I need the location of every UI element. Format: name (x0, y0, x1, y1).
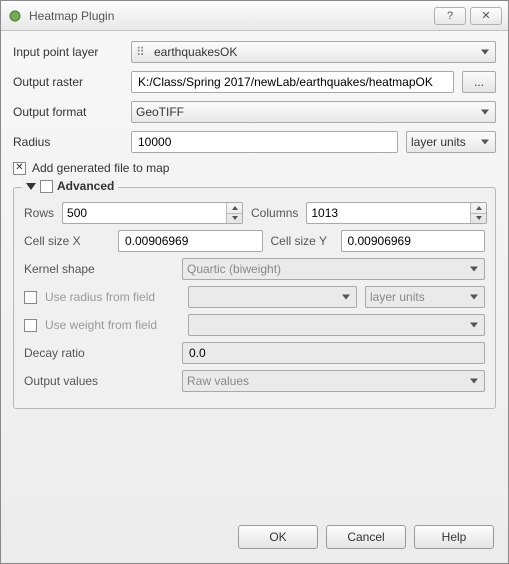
app-icon (7, 8, 23, 24)
kernel-combo[interactable]: Quartic (biweight) (182, 258, 485, 280)
add-to-map-checkbox[interactable]: ✕ (13, 162, 26, 175)
columns-spin[interactable] (306, 202, 487, 224)
cellx-field[interactable] (123, 233, 258, 249)
decay-label: Decay ratio (24, 346, 174, 360)
radius-input[interactable] (131, 131, 398, 153)
rows-label: Rows (24, 206, 54, 220)
rows-spin[interactable] (62, 202, 243, 224)
decay-input[interactable] (182, 342, 485, 364)
radius-field-units-value: layer units (370, 290, 425, 304)
columns-down[interactable] (471, 214, 486, 224)
help-button[interactable]: Help (414, 525, 494, 549)
advanced-group: Advanced Rows Columns Cell size X (13, 187, 496, 409)
output-values-combo[interactable]: Raw values (182, 370, 485, 392)
content-area: Input point layer ⠿ earthquakesOK Output… (1, 31, 508, 515)
window-controls: ? ✕ (430, 7, 502, 25)
output-raster-field[interactable] (136, 74, 449, 90)
input-layer-value: earthquakesOK (154, 45, 237, 59)
expand-icon (26, 183, 36, 190)
use-radius-field-checkbox[interactable] (24, 291, 37, 304)
advanced-label: Advanced (57, 179, 114, 193)
output-raster-label: Output raster (13, 75, 123, 89)
decay-field[interactable] (187, 345, 480, 361)
celly-label: Cell size Y (271, 234, 333, 248)
radius-field-combo[interactable] (188, 286, 357, 308)
rows-up[interactable] (227, 203, 242, 214)
close-title-button[interactable]: ✕ (470, 7, 502, 25)
input-layer-label: Input point layer (13, 45, 123, 59)
output-values-label: Output values (24, 374, 174, 388)
titlebar: Heatmap Plugin ? ✕ (1, 1, 508, 31)
output-raster-input[interactable] (131, 71, 454, 93)
use-weight-field-label: Use weight from field (45, 318, 180, 332)
use-weight-field-checkbox[interactable] (24, 319, 37, 332)
columns-field[interactable] (307, 203, 470, 223)
advanced-checkbox[interactable] (40, 180, 53, 193)
input-layer-combo[interactable]: ⠿ earthquakesOK (131, 41, 496, 63)
advanced-header[interactable]: Advanced (22, 179, 118, 193)
columns-up[interactable] (471, 203, 486, 214)
radius-field[interactable] (136, 134, 393, 150)
radius-units-combo[interactable]: layer units (406, 131, 496, 153)
use-radius-field-label: Use radius from field (45, 290, 180, 304)
output-format-combo[interactable]: GeoTIFF (131, 101, 496, 123)
output-values-value: Raw values (187, 374, 249, 388)
rows-down[interactable] (227, 214, 242, 224)
cellx-label: Cell size X (24, 234, 110, 248)
cancel-button[interactable]: Cancel (326, 525, 406, 549)
window-title: Heatmap Plugin (29, 9, 430, 23)
celly-input[interactable] (341, 230, 486, 252)
weight-field-combo[interactable] (188, 314, 485, 336)
celly-field[interactable] (346, 233, 481, 249)
output-format-label: Output format (13, 105, 123, 119)
cellx-input[interactable] (118, 230, 263, 252)
radius-label: Radius (13, 135, 123, 149)
output-format-value: GeoTIFF (136, 105, 184, 119)
columns-label: Columns (251, 206, 298, 220)
browse-button[interactable]: ... (462, 71, 496, 93)
rows-field[interactable] (63, 203, 226, 223)
kernel-label: Kernel shape (24, 262, 174, 276)
ok-button[interactable]: OK (238, 525, 318, 549)
points-layer-icon: ⠿ (136, 45, 150, 59)
kernel-value: Quartic (biweight) (187, 262, 281, 276)
help-title-button[interactable]: ? (434, 7, 466, 25)
add-to-map-label: Add generated file to map (32, 161, 169, 175)
radius-field-units-combo[interactable]: layer units (365, 286, 485, 308)
button-bar: OK Cancel Help (1, 515, 508, 563)
dialog-window: Heatmap Plugin ? ✕ Input point layer ⠿ e… (0, 0, 509, 564)
browse-label: ... (474, 75, 484, 89)
radius-units-value: layer units (411, 135, 466, 149)
